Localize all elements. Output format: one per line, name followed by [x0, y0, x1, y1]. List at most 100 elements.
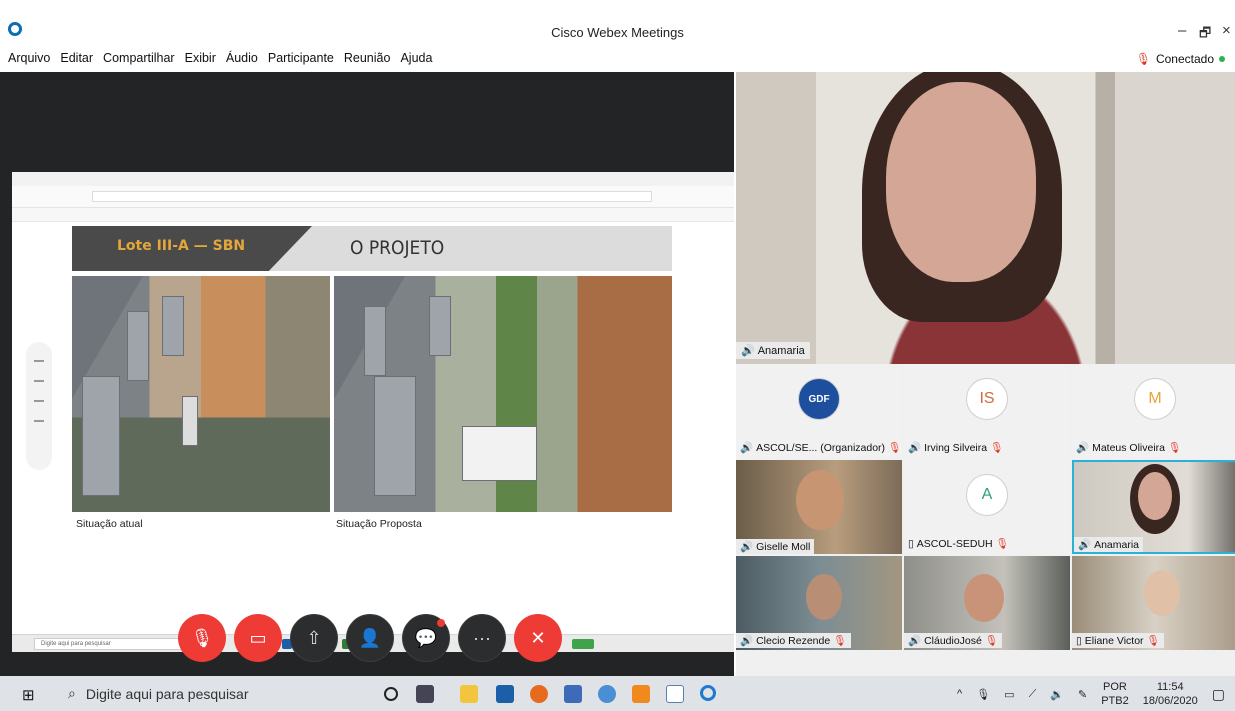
- menu-compartilhar[interactable]: Compartilhar: [103, 51, 175, 65]
- participant-name: Giselle Moll: [756, 540, 811, 553]
- mail-icon[interactable]: [496, 685, 514, 703]
- participant-name: Eliane Victor: [1084, 634, 1144, 647]
- caption-proposed: Situação Proposta: [336, 518, 422, 530]
- participant-face: [796, 470, 844, 530]
- connection-label: Conectado: [1155, 52, 1214, 66]
- task-view-icon[interactable]: [416, 685, 434, 703]
- mic-icon: 🎙: [1135, 52, 1151, 66]
- slide-header: Lote III-A — SBN O PROJETO: [72, 226, 672, 271]
- mic-off-icon: 🎙: [990, 442, 1004, 454]
- participant-tile-active[interactable]: 🔊 Anamaria: [1072, 460, 1235, 554]
- maximize-button[interactable]: 🗗: [1199, 24, 1211, 46]
- shared-search: Digite aqui para pesquisar: [34, 638, 196, 650]
- audio-icon: 🔊: [908, 635, 922, 647]
- video-button[interactable]: ▭: [234, 614, 282, 662]
- share-button[interactable]: ⇧: [290, 614, 338, 662]
- app-icon[interactable]: [666, 685, 684, 703]
- menu-editar[interactable]: Editar: [60, 51, 93, 65]
- mic-tray-icon[interactable]: 🎙: [976, 688, 990, 701]
- chat-badge-icon: [437, 619, 445, 627]
- chevron-up-icon[interactable]: ^: [957, 688, 962, 700]
- participant-name: ASCOL-SEDUH: [916, 537, 993, 550]
- participant-tile[interactable]: M 🔊 Mateus Oliveira 🎙: [1072, 364, 1235, 458]
- minimize-button[interactable]: –: [1178, 22, 1186, 39]
- chat-button[interactable]: 💬: [402, 614, 450, 662]
- menu-reuniao[interactable]: Reunião: [344, 51, 391, 65]
- shared-screen[interactable]: Lote III-A — SBN O PROJETO Situação atua…: [12, 172, 734, 652]
- menu-participante[interactable]: Participante: [268, 51, 334, 65]
- pdf-side-tools: [26, 342, 52, 470]
- pdf-page: Lote III-A — SBN O PROJETO Situação atua…: [72, 226, 672, 626]
- leave-button[interactable]: ✕: [514, 614, 562, 662]
- menu-audio[interactable]: Áudio: [226, 51, 258, 65]
- participant-face: [1144, 570, 1180, 616]
- video-panel: 🔊 Anamaria GDF 🔊 ASCOL/SE... (Organizador…: [736, 72, 1235, 676]
- participant-name: Clecio Rezende: [756, 634, 831, 647]
- photo-current-situation: [72, 276, 330, 512]
- menu-exibir[interactable]: Exibir: [185, 51, 216, 65]
- audio-icon: 🔊: [1076, 442, 1090, 454]
- participant-face: [806, 574, 842, 620]
- menu-arquivo[interactable]: Arquivo: [8, 51, 50, 65]
- avatar: IS: [966, 378, 1008, 420]
- browser-tabs: [12, 172, 734, 186]
- menu-bar: Arquivo Editar Compartilhar Exibir Áudio…: [0, 46, 1235, 72]
- chat-icon: 💬: [414, 627, 438, 648]
- network-icon[interactable]: ⟋: [1029, 688, 1037, 701]
- title-bar: Cisco Webex Meetings – 🗗 ×: [0, 0, 1235, 44]
- taskbar-search[interactable]: ⌕ Digite aqui para pesquisar: [58, 680, 376, 707]
- close-button[interactable]: ×: [1222, 22, 1231, 39]
- webex-taskbar-icon[interactable]: [700, 685, 716, 701]
- active-speaker-label: 🔊 Anamaria: [736, 342, 810, 359]
- audio-icon: 🔊: [740, 442, 754, 454]
- screen-icon: ▯: [1076, 634, 1082, 647]
- menu-ajuda[interactable]: Ajuda: [400, 51, 432, 65]
- participant-name: Mateus Oliveira: [1092, 441, 1166, 454]
- participant-tile[interactable]: 🔊 Clecio Rezende 🎙: [736, 556, 902, 650]
- language-indicator[interactable]: POR PTB2: [1101, 680, 1129, 708]
- mute-button[interactable]: 🎙: [178, 614, 226, 662]
- volume-icon[interactable]: 🔉: [1050, 688, 1064, 701]
- notification-icon[interactable]: ▢: [1212, 686, 1225, 703]
- connection-status: 🎙 Conectado: [1136, 52, 1225, 66]
- participant-tile[interactable]: IS 🔊 Irving Silveira 🎙: [904, 364, 1070, 458]
- app-icon[interactable]: [632, 685, 650, 703]
- mic-off-icon: 🎙: [995, 538, 1009, 550]
- avatar: M: [1134, 378, 1176, 420]
- firefox-icon[interactable]: [530, 685, 548, 703]
- participant-name: Anamaria: [1094, 538, 1140, 551]
- participant-name: ASCOL/SE... (Organizador): [756, 441, 886, 454]
- app-icon[interactable]: [564, 685, 582, 703]
- slide-title: O PROJETO: [350, 237, 445, 259]
- slide-tag: Lote III-A — SBN: [117, 238, 246, 254]
- active-speaker-video[interactable]: 🔊 Anamaria: [736, 72, 1235, 364]
- cortana-icon[interactable]: [384, 687, 398, 701]
- photo-proposed-situation: [334, 276, 672, 512]
- audio-icon: 🔊: [740, 541, 754, 553]
- participant-tile[interactable]: 🔊 CláudioJosé 🎙: [904, 556, 1070, 650]
- mic-off-icon: 🎙: [984, 635, 999, 647]
- caption-current: Situação atual: [76, 518, 143, 530]
- file-explorer-icon[interactable]: [460, 685, 478, 703]
- window-title: Cisco Webex Meetings: [551, 25, 684, 40]
- active-speaker-name: Anamaria: [757, 344, 805, 357]
- participant-tile[interactable]: GDF 🔊 ASCOL/SE... (Organizador) 🎙: [736, 364, 902, 458]
- audio-icon: 🔊: [740, 635, 754, 647]
- participants-button[interactable]: 👤: [346, 614, 394, 662]
- battery-icon[interactable]: ▭: [1004, 688, 1014, 701]
- participant-tile[interactable]: 🔊 Giselle Moll: [736, 460, 902, 554]
- app-icon[interactable]: [598, 685, 616, 703]
- search-icon: ⌕: [68, 685, 76, 701]
- participant-tile[interactable]: ▯ Eliane Victor 🎙: [1072, 556, 1235, 650]
- clock[interactable]: 11:54 18/06/2020: [1143, 680, 1198, 708]
- system-tray: ^ 🎙 ▭ ⟋ 🔉 ✎ POR PTB2 11:54 18/06/2020 ▢: [957, 680, 1225, 708]
- connection-dot-icon: [1219, 56, 1225, 62]
- participant-name: CláudioJosé: [924, 634, 982, 647]
- mic-off-icon: 🎙: [1168, 442, 1182, 454]
- participant-tile[interactable]: A ▯ ASCOL-SEDUH 🎙: [904, 460, 1070, 554]
- audio-icon: 🔊: [741, 345, 755, 357]
- more-button[interactable]: ···: [458, 614, 506, 662]
- avatar: A: [966, 474, 1008, 516]
- pen-icon[interactable]: ✎: [1078, 688, 1087, 701]
- windows-start-icon[interactable]: ⊞: [22, 686, 35, 704]
